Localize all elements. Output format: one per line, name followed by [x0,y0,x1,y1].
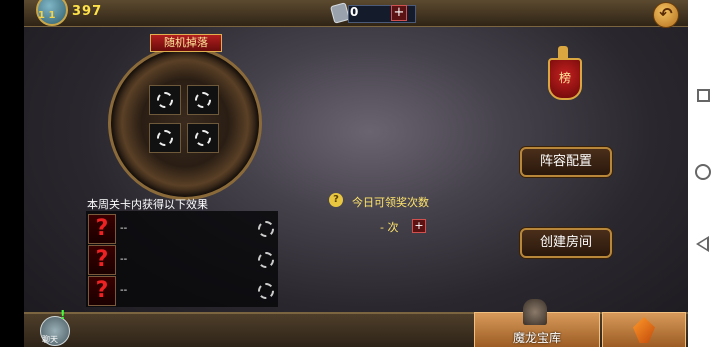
treasury-label: 魔龙宝库 [512,331,561,345]
game-screen: 1 1 397 0 + ↶ 随机掉落 本周关卡内获得以下效果 ? -- ? --… [24,0,688,347]
loading-spinner-icon [195,130,211,146]
loading-spinner-icon [258,252,274,268]
player-level: 1 1 [38,10,56,21]
android-navigation-bar [688,0,720,347]
effect-row[interactable]: ? -- [88,245,276,275]
drop-slot[interactable] [149,85,181,115]
loading-spinner-icon [258,221,274,237]
effect-row[interactable]: ? -- [88,276,276,306]
drop-medallion [108,46,262,200]
help-icon[interactable]: ? [329,193,343,207]
weekly-effects-title: 本周关卡内获得以下效果 [87,198,208,211]
currency-add-button[interactable]: + [391,5,407,21]
loading-spinner-icon [157,130,173,146]
dragon-treasury-button[interactable]: 魔龙宝库 [474,299,600,347]
gold-amount: 397 [72,4,103,19]
chat-alert-indicator: ! [60,308,66,322]
weekly-effects-panel: ? -- ? -- ? -- [86,211,278,307]
create-room-button[interactable]: 创建房间 [520,228,612,258]
currency-value: 0 [350,5,359,19]
daily-claim-count: - 次 [380,221,399,234]
ranking-badge-top [558,46,568,58]
unknown-effect-icon: ? [88,276,116,306]
recent-apps-icon[interactable] [697,89,710,102]
unknown-effect-icon: ? [88,214,116,244]
drop-slot[interactable] [149,123,181,153]
chat-label: 聊天 [42,335,58,344]
unknown-effect-icon: ? [88,245,116,275]
ranking-badge-icon[interactable]: 榜 [548,58,582,100]
back-arrow-icon[interactable]: ↶ [653,2,679,28]
drop-slot[interactable] [187,123,219,153]
loading-spinner-icon [195,92,211,108]
lineup-config-button[interactable]: 阵容配置 [520,147,612,177]
effect-text: -- [120,285,128,296]
effect-text: -- [120,223,128,234]
treasury-icon [523,299,547,325]
phoenix-icon [633,317,655,343]
phoenix-button[interactable] [602,312,686,347]
loading-spinner-icon [258,283,274,299]
back-icon[interactable] [696,236,709,252]
drop-slot[interactable] [187,85,219,115]
effect-row[interactable]: ? -- [88,214,276,244]
effect-text: -- [120,254,128,265]
loading-spinner-icon [157,92,173,108]
random-drop-title: 随机掉落 [150,34,222,52]
home-icon[interactable] [695,164,711,180]
daily-claim-label: 今日可领奖次数 [352,196,429,209]
daily-claim-add-button[interactable]: + [412,219,426,233]
